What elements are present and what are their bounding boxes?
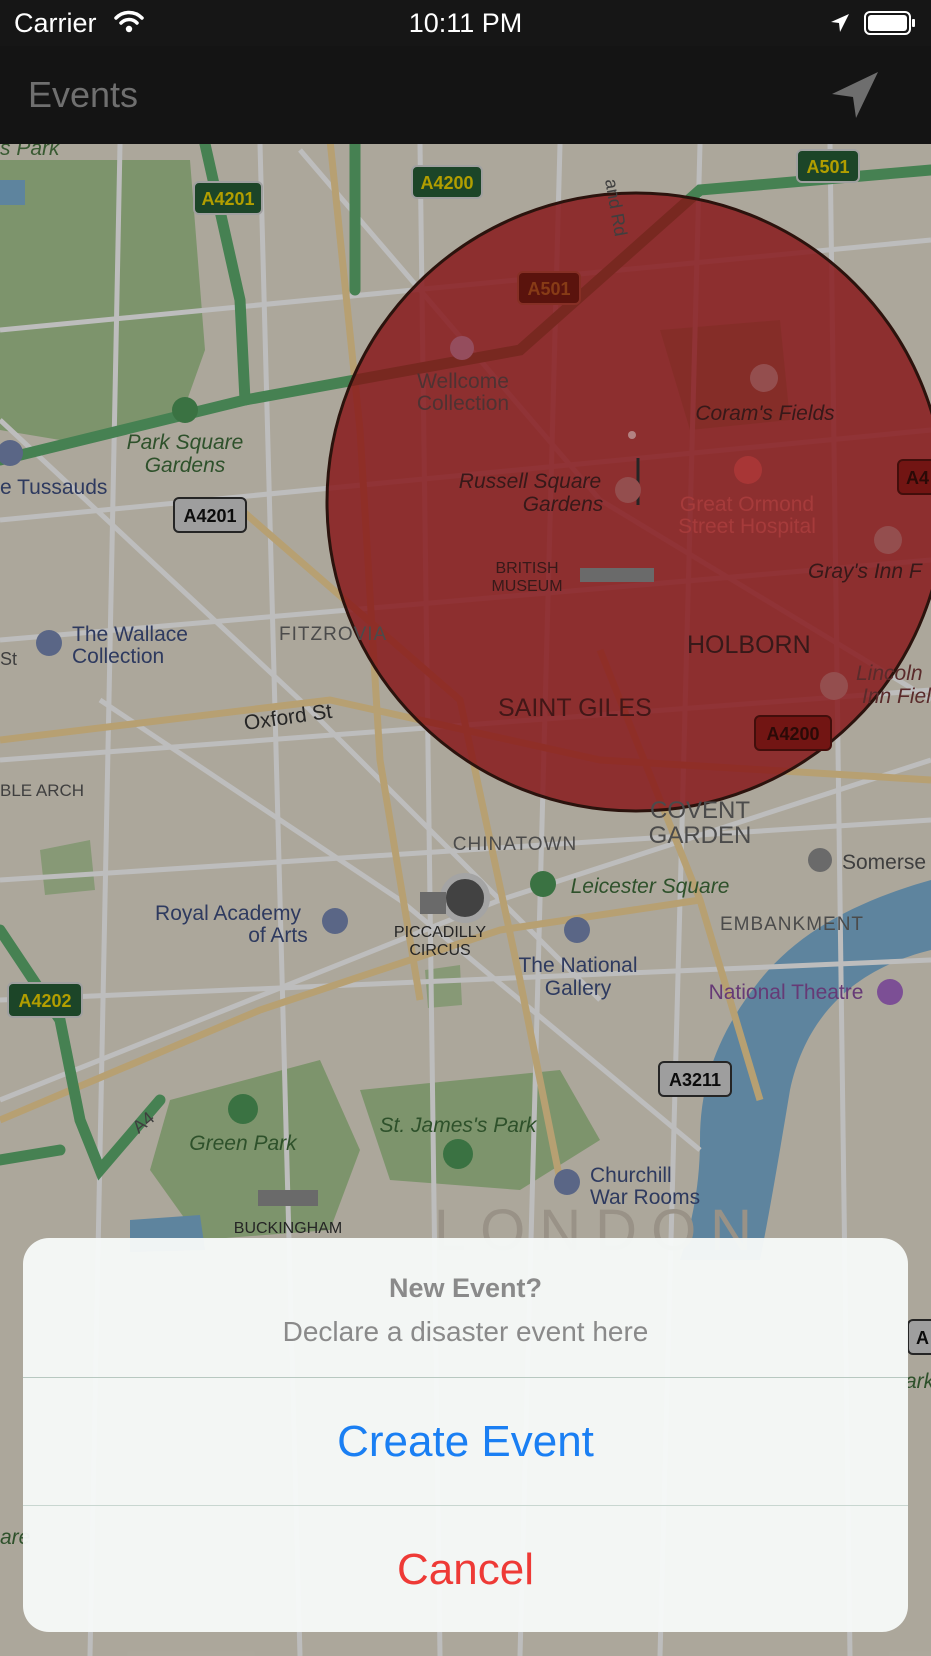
status-bar: Carrier 10:11 PM: [0, 0, 931, 46]
action-sheet-message: Declare a disaster event here: [282, 1316, 649, 1347]
create-event-button[interactable]: Create Event: [23, 1378, 908, 1506]
page-title: Events: [28, 74, 139, 115]
action-sheet: New Event? Declare a disaster event here…: [23, 1238, 908, 1632]
navigation-bar: Events: [0, 46, 931, 144]
location-arrow-icon[interactable]: [826, 66, 884, 124]
action-sheet-header: New Event? Declare a disaster event here: [23, 1238, 908, 1378]
battery-icon: [864, 11, 915, 35]
status-time: 10:11 PM: [408, 8, 523, 38]
cancel-button[interactable]: Cancel: [23, 1506, 908, 1632]
action-sheet-title: New Event?: [388, 1273, 543, 1303]
location-arrow-icon: [831, 14, 849, 32]
